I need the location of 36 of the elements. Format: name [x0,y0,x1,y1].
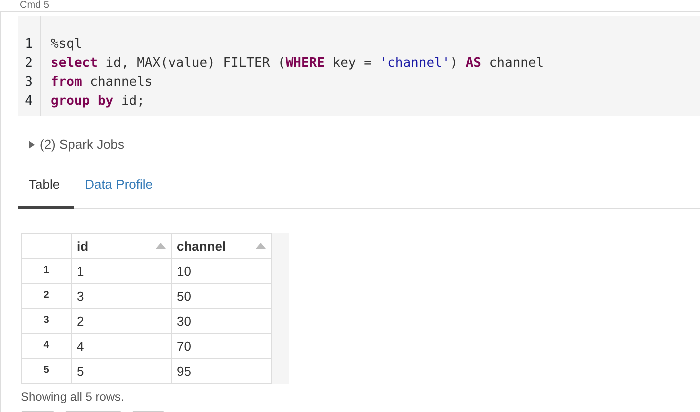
caret-right-icon[interactable] [29,140,35,149]
table-cell: 10 [172,258,272,284]
table-cell: 70 [172,334,272,358]
row-index: 3 [22,308,72,334]
line-number: 4 [24,93,34,111]
line-number: 2 [24,55,34,73]
tab[interactable]: Table [18,166,74,209]
code-line: select id, MAX(value) FILTER (WHERE key = 'channel') AS channel [51,55,544,73]
code-line: %sql [51,36,84,54]
sort-icon[interactable] [156,243,166,249]
table-cell: 3 [72,284,172,308]
row-index: 2 [22,284,72,308]
line-number: 1 [24,36,34,54]
code-line: from channels [51,74,154,92]
sort-icon[interactable] [256,243,266,249]
table-cell: 30 [172,308,272,334]
column-header[interactable]: channel [172,234,272,258]
column-header[interactable]: id [72,234,172,258]
row-index: 1 [22,258,72,284]
table-cell: 4 [72,334,172,358]
column-label: channel [177,240,226,252]
code-line: group by id; [51,93,146,111]
cell-label: Cmd 5 [20,0,50,11]
row-index: 5 [22,358,72,384]
table-cell: 2 [72,308,172,334]
row-index: 4 [22,334,72,358]
spark-jobs-toggle[interactable]: (2) Spark Jobs [40,135,125,154]
line-number: 3 [24,74,34,92]
table-cell: 50 [172,284,272,308]
table-cell: 95 [172,358,272,384]
table-cell: 1 [72,258,172,284]
tab[interactable]: Data Profile [74,166,167,209]
row-count: Showing all 5 rows. [21,389,126,406]
code-editor[interactable]: 1 2 3 4 %sql select id, MAX(value) FILTER (WHERE key = 'channel') AS channel from channels group by id; [18,16,700,116]
column-label: id [77,240,89,252]
table-cell: 5 [72,358,172,384]
